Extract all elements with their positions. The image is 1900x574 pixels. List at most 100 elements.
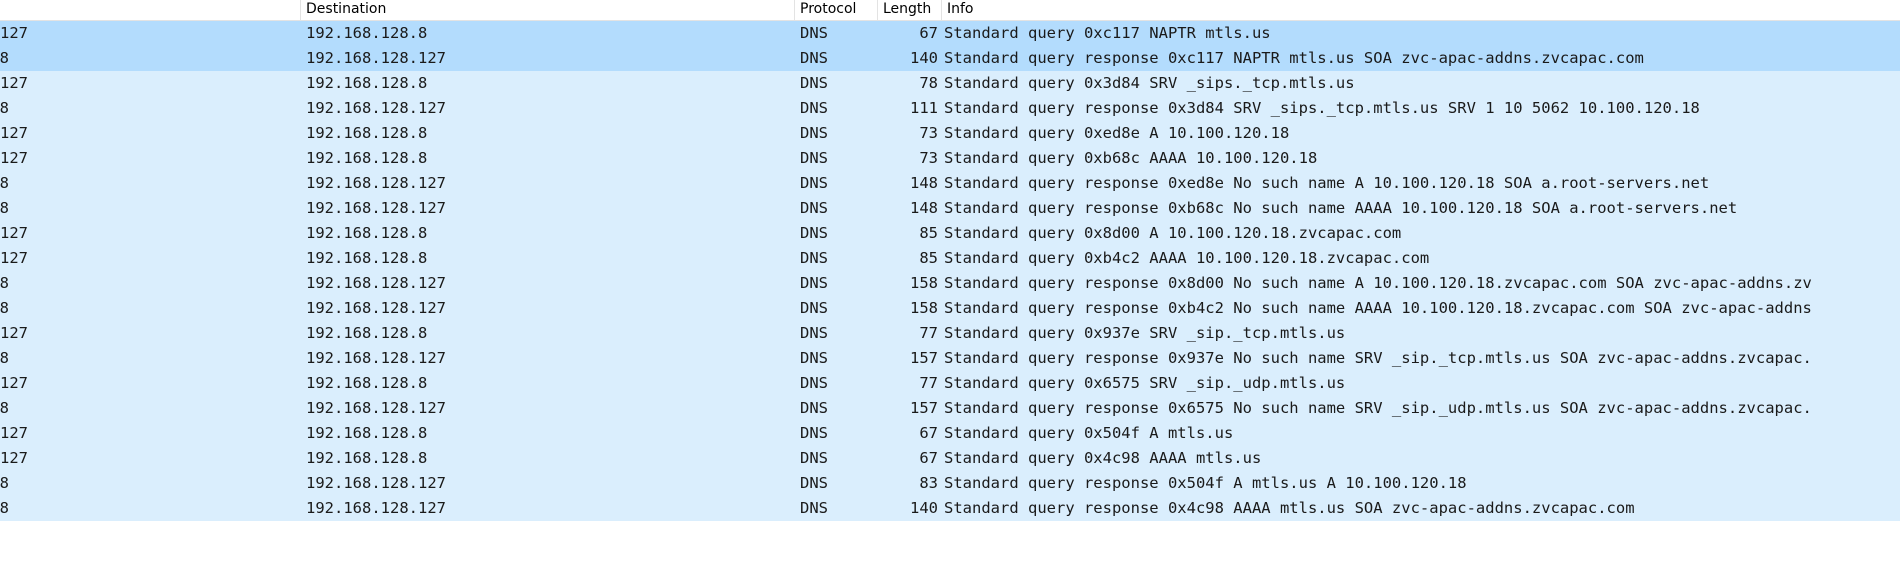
cell-protocol: DNS bbox=[800, 49, 828, 67]
packet-row[interactable]: 127 192.168.128.8 DNS 77 Standard query 0x65… bbox=[0, 371, 1900, 396]
cell-destination: 192.168.128.8 bbox=[306, 424, 428, 442]
cell-info: Standard query response 0xed8e No such n… bbox=[944, 174, 1710, 192]
cell-protocol: DNS bbox=[800, 24, 828, 42]
cell-source: 127 bbox=[0, 224, 28, 242]
cell-destination: 192.168.128.8 bbox=[306, 374, 428, 392]
packet-row[interactable]: 127 192.168.128.8 DNS 67 Standard query 0x50… bbox=[0, 421, 1900, 446]
column-header-length[interactable]: Length bbox=[877, 0, 941, 20]
cell-destination: 192.168.128.127 bbox=[306, 299, 446, 317]
cell-length: 83 bbox=[919, 474, 938, 492]
cell-destination: 192.168.128.127 bbox=[306, 199, 446, 217]
cell-source: 127 bbox=[0, 249, 28, 267]
cell-info: Standard query response 0x504f A mtls.us… bbox=[944, 474, 1467, 492]
cell-protocol: DNS bbox=[800, 399, 828, 417]
cell-length: 67 bbox=[919, 24, 938, 42]
packet-row[interactable]: 127 192.168.128.8 DNS 67 Standard query 0xc1… bbox=[0, 21, 1900, 46]
packet-list[interactable]: Destination Protocol Length Info 127 192.… bbox=[0, 0, 1900, 574]
cell-protocol: DNS bbox=[800, 149, 828, 167]
cell-source: 127 bbox=[0, 149, 28, 167]
cell-source: 8 bbox=[0, 199, 9, 217]
packet-row[interactable]: 8 192.168.128.127 DNS 158 Standard query res… bbox=[0, 271, 1900, 296]
cell-protocol: DNS bbox=[800, 424, 828, 442]
packet-row[interactable]: 127 192.168.128.8 DNS 85 Standard query 0x8d… bbox=[0, 221, 1900, 246]
cell-length: 67 bbox=[919, 424, 938, 442]
cell-destination: 192.168.128.127 bbox=[306, 274, 446, 292]
cell-length: 148 bbox=[910, 174, 938, 192]
cell-info: Standard query response 0xb4c2 No such n… bbox=[944, 299, 1812, 317]
cell-source: 8 bbox=[0, 399, 9, 417]
cell-info: Standard query response 0x6575 No such n… bbox=[944, 399, 1812, 417]
packet-row[interactable]: 8 192.168.128.127 DNS 111 Standard query res… bbox=[0, 96, 1900, 121]
cell-source: 127 bbox=[0, 324, 28, 342]
cell-source: 127 bbox=[0, 374, 28, 392]
column-header-destination[interactable]: Destination bbox=[300, 0, 794, 20]
cell-length: 85 bbox=[919, 224, 938, 242]
cell-info: Standard query 0x3d84 SRV _sips._tcp.mtl… bbox=[944, 74, 1355, 92]
cell-length: 85 bbox=[919, 249, 938, 267]
packet-row[interactable]: 127 192.168.128.8 DNS 67 Standard query 0x4c… bbox=[0, 446, 1900, 471]
cell-destination: 192.168.128.127 bbox=[306, 499, 446, 517]
cell-length: 77 bbox=[919, 374, 938, 392]
packet-row[interactable]: 127 192.168.128.8 DNS 78 Standard query 0x3d… bbox=[0, 71, 1900, 96]
cell-protocol: DNS bbox=[800, 474, 828, 492]
column-header-info[interactable]: Info bbox=[941, 0, 1900, 20]
cell-destination: 192.168.128.8 bbox=[306, 124, 428, 142]
cell-protocol: DNS bbox=[800, 74, 828, 92]
cell-destination: 192.168.128.127 bbox=[306, 399, 446, 417]
cell-info: Standard query 0x8d00 A 10.100.120.18.zv… bbox=[944, 224, 1402, 242]
cell-protocol: DNS bbox=[800, 349, 828, 367]
packet-row[interactable]: 8 192.168.128.127 DNS 140 Standard query res… bbox=[0, 496, 1900, 521]
packet-row[interactable]: 8 192.168.128.127 DNS 148 Standard query res… bbox=[0, 171, 1900, 196]
cell-info: Standard query 0x4c98 AAAA mtls.us bbox=[944, 449, 1262, 467]
cell-protocol: DNS bbox=[800, 299, 828, 317]
packet-row[interactable]: 127 192.168.128.8 DNS 73 Standard query 0xed… bbox=[0, 121, 1900, 146]
cell-protocol: DNS bbox=[800, 274, 828, 292]
cell-info: Standard query 0xc117 NAPTR mtls.us bbox=[944, 24, 1271, 42]
column-header-source[interactable] bbox=[0, 0, 300, 20]
cell-info: Standard query 0xb4c2 AAAA 10.100.120.18… bbox=[944, 249, 1430, 267]
cell-protocol: DNS bbox=[800, 199, 828, 217]
cell-protocol: DNS bbox=[800, 324, 828, 342]
cell-destination: 192.168.128.127 bbox=[306, 99, 446, 117]
cell-length: 111 bbox=[910, 99, 938, 117]
cell-destination: 192.168.128.127 bbox=[306, 174, 446, 192]
packet-list-header: Destination Protocol Length Info bbox=[0, 0, 1900, 21]
packet-row[interactable]: 8 192.168.128.127 DNS 157 Standard query res… bbox=[0, 346, 1900, 371]
cell-destination: 192.168.128.8 bbox=[306, 149, 428, 167]
cell-protocol: DNS bbox=[800, 499, 828, 517]
cell-source: 8 bbox=[0, 174, 9, 192]
cell-source: 127 bbox=[0, 424, 28, 442]
cell-destination: 192.168.128.127 bbox=[306, 474, 446, 492]
cell-info: Standard query response 0x8d00 No such n… bbox=[944, 274, 1812, 292]
cell-protocol: DNS bbox=[800, 124, 828, 142]
cell-source: 127 bbox=[0, 124, 28, 142]
cell-source: 8 bbox=[0, 499, 9, 517]
packet-row[interactable]: 127 192.168.128.8 DNS 77 Standard query 0x93… bbox=[0, 321, 1900, 346]
cell-source: 8 bbox=[0, 299, 9, 317]
cell-source: 127 bbox=[0, 449, 28, 467]
cell-info: Standard query response 0xc117 NAPTR mtl… bbox=[944, 49, 1644, 67]
cell-length: 140 bbox=[910, 49, 938, 67]
cell-info: Standard query response 0x4c98 AAAA mtls… bbox=[944, 499, 1635, 517]
packet-row[interactable]: 8 192.168.128.127 DNS 83 Standard query resp… bbox=[0, 471, 1900, 496]
cell-length: 140 bbox=[910, 499, 938, 517]
cell-info: Standard query 0xed8e A 10.100.120.18 bbox=[944, 124, 1290, 142]
cell-protocol: DNS bbox=[800, 224, 828, 242]
cell-destination: 192.168.128.8 bbox=[306, 74, 428, 92]
cell-info: Standard query 0x937e SRV _sip._tcp.mtls… bbox=[944, 324, 1346, 342]
column-header-protocol[interactable]: Protocol bbox=[794, 0, 877, 20]
cell-source: 127 bbox=[0, 24, 28, 42]
packet-row[interactable]: 127 192.168.128.8 DNS 85 Standard query 0xb4… bbox=[0, 246, 1900, 271]
packet-row[interactable]: 8 192.168.128.127 DNS 140 Standard query res… bbox=[0, 46, 1900, 71]
cell-length: 78 bbox=[919, 74, 938, 92]
packet-row[interactable]: 8 192.168.128.127 DNS 158 Standard query res… bbox=[0, 296, 1900, 321]
cell-destination: 192.168.128.8 bbox=[306, 224, 428, 242]
cell-info: Standard query response 0x937e No such n… bbox=[944, 349, 1812, 367]
packet-row[interactable]: 127 192.168.128.8 DNS 73 Standard query 0xb6… bbox=[0, 146, 1900, 171]
cell-destination: 192.168.128.8 bbox=[306, 324, 428, 342]
cell-destination: 192.168.128.8 bbox=[306, 449, 428, 467]
cell-info: Standard query 0x504f A mtls.us bbox=[944, 424, 1234, 442]
packet-row[interactable]: 8 192.168.128.127 DNS 148 Standard query res… bbox=[0, 196, 1900, 221]
cell-destination: 192.168.128.127 bbox=[306, 349, 446, 367]
packet-row[interactable]: 8 192.168.128.127 DNS 157 Standard query res… bbox=[0, 396, 1900, 421]
